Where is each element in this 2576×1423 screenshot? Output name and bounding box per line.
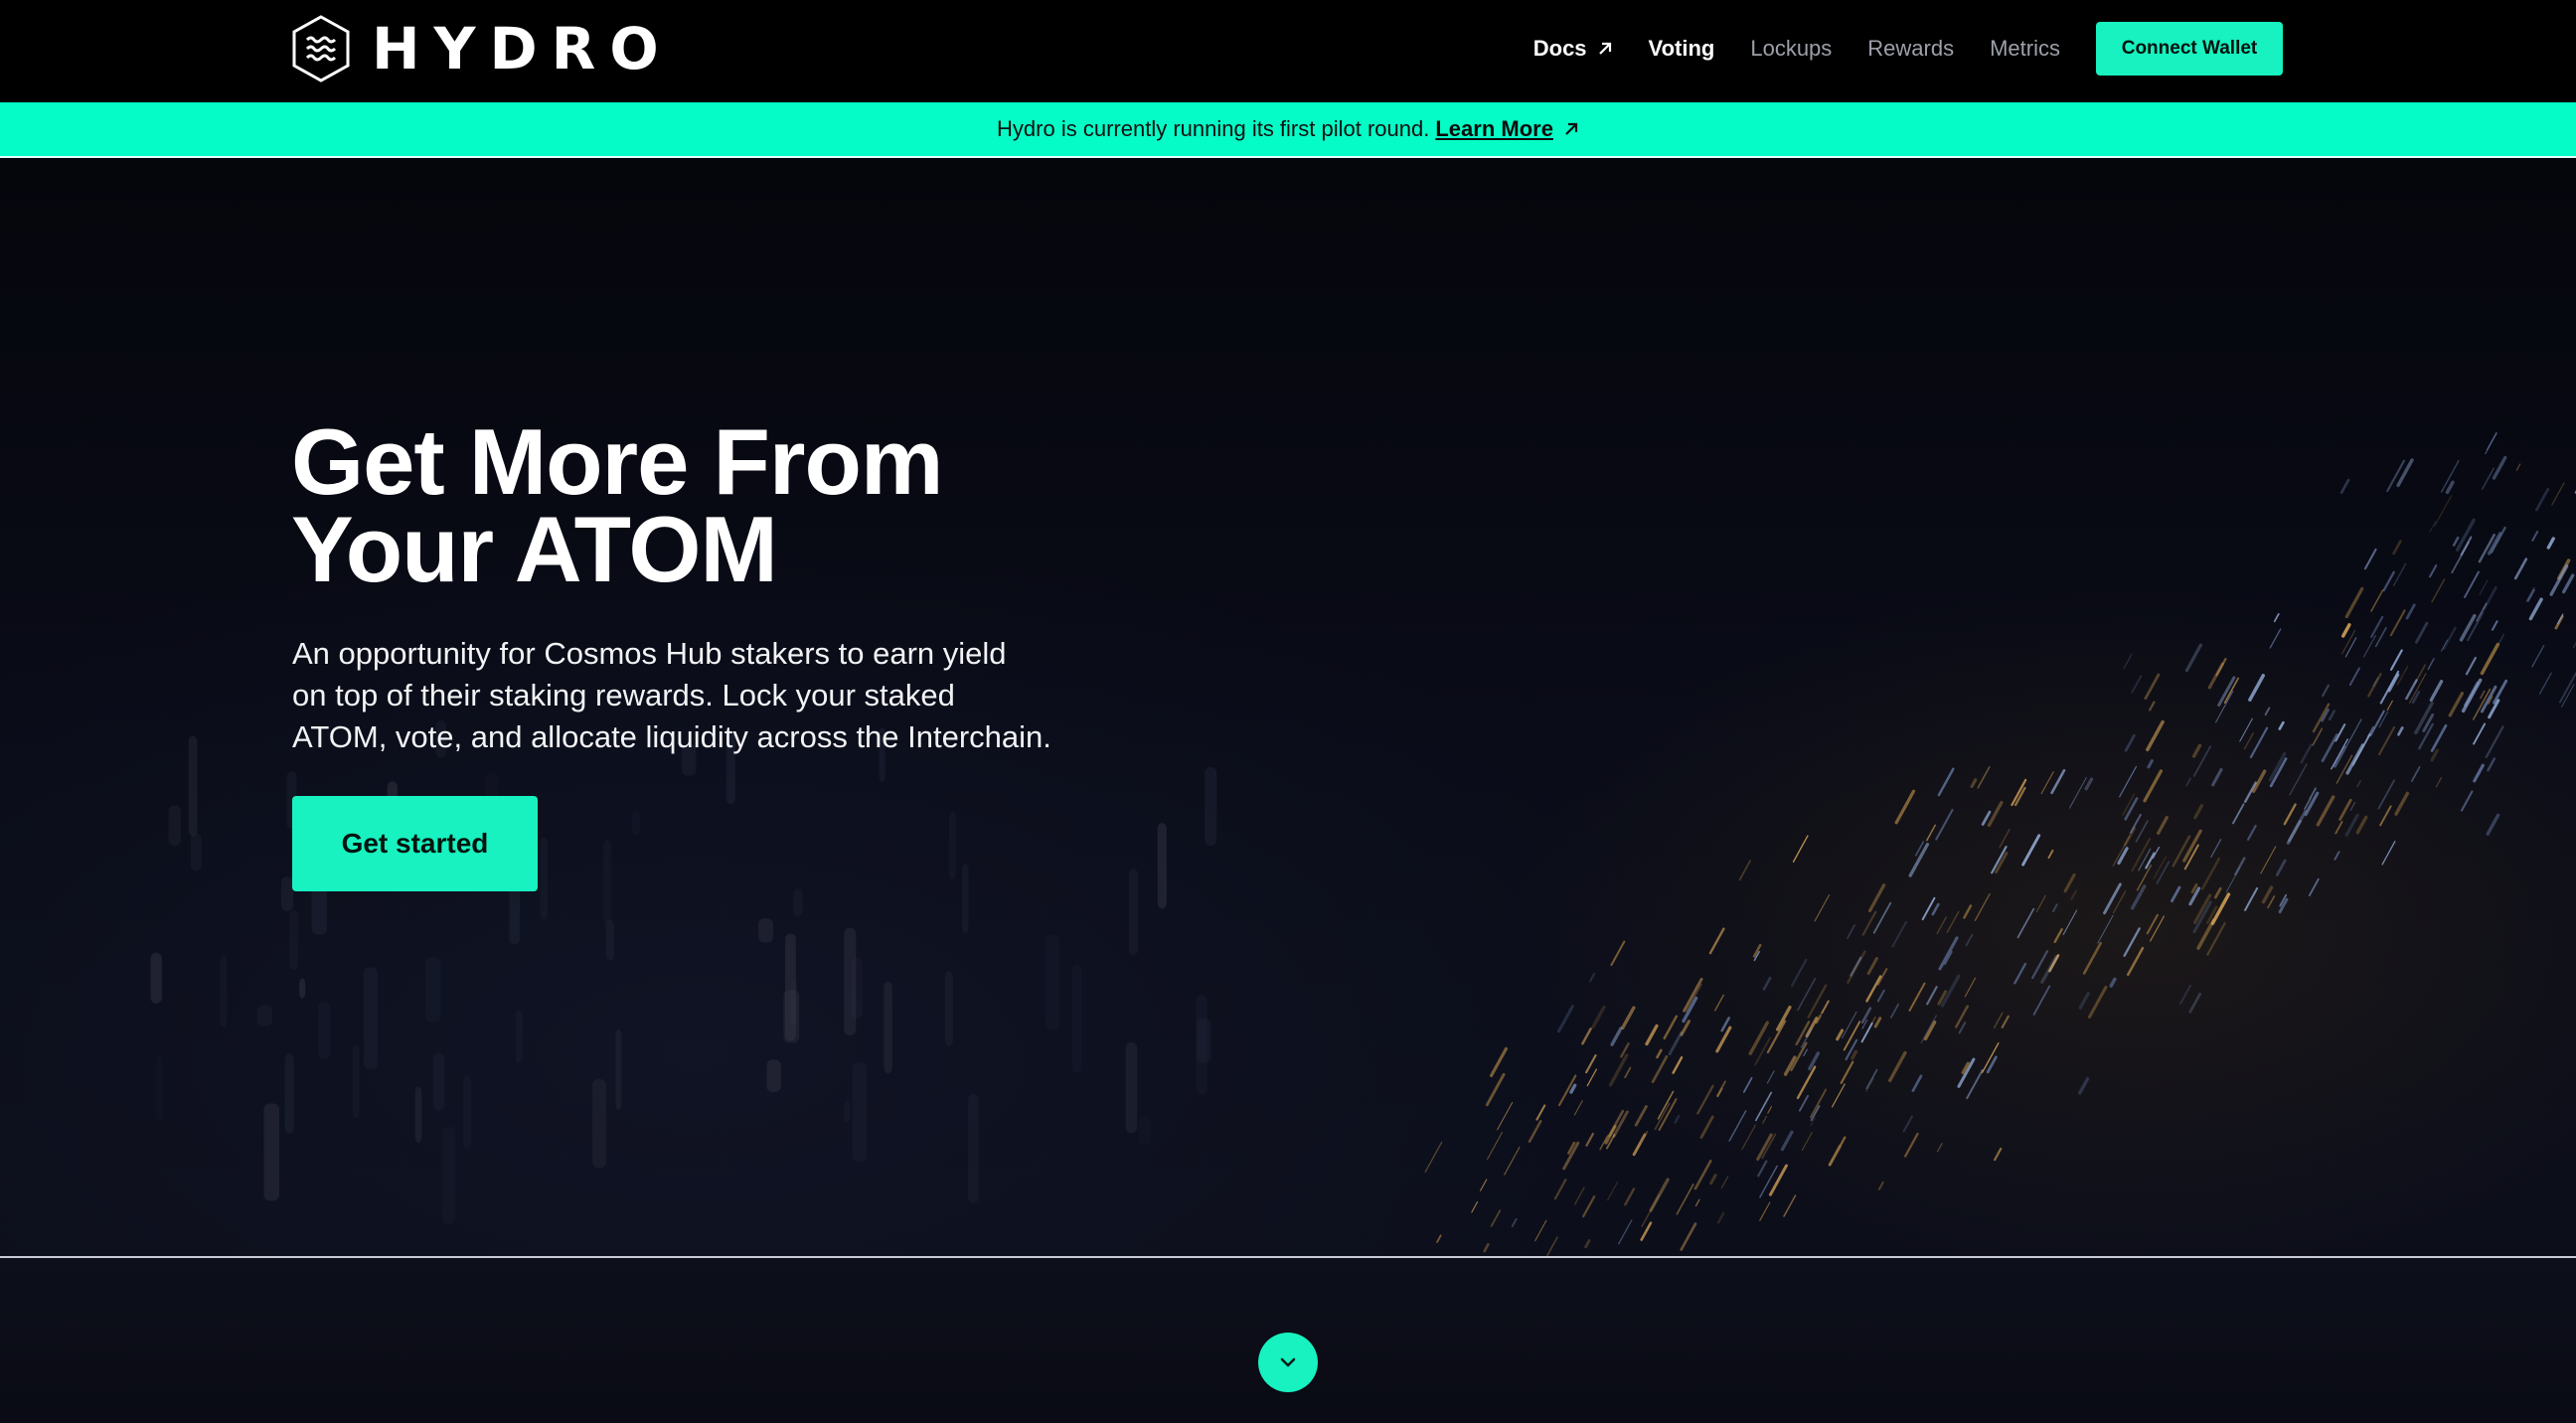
next-section [0,1258,2576,1423]
banner-text: Hydro is currently running its first pil… [997,116,1430,141]
top-navbar: HYDRO Docs Voting Lockups Rewards Metric… [0,0,2576,102]
chevron-down-icon [1280,1357,1296,1367]
nav-item-voting[interactable]: Voting [1649,36,1715,62]
external-arrow-icon [1598,42,1611,55]
nav-item-metrics-label: Metrics [1990,36,2060,61]
nav-item-lockups-label: Lockups [1750,36,1833,61]
learn-more-label: Learn More [1435,116,1553,141]
page: HYDRO Docs Voting Lockups Rewards Metric… [0,0,2576,1423]
hero-section: Get More From Your ATOM An opportunity f… [0,158,2576,1256]
hero-title: Get More From Your ATOM [291,415,1186,596]
nav-item-docs[interactable]: Docs [1533,36,1613,62]
brand-name: HYDRO [372,15,673,82]
external-arrow-icon [1565,122,1578,135]
hero-subtitle-line-1: An opportunity for Cosmos Hub stakers to… [292,636,1007,671]
nav-item-rewards[interactable]: Rewards [1867,36,1954,62]
learn-more-link[interactable]: Learn More [1435,116,1579,142]
nav-item-rewards-label: Rewards [1867,36,1955,61]
hero-subtitle-line-3: ATOM, vote, and allocate liquidity acros… [292,719,1051,754]
brand-logo[interactable]: HYDRO [290,14,673,83]
get-started-button[interactable]: Get started [292,796,538,891]
hero-subtitle-line-2: on top of their staking rewards. Lock yo… [292,678,955,712]
scroll-down-button[interactable] [1258,1333,1318,1392]
nav-item-metrics[interactable]: Metrics [1990,36,2060,62]
main-nav: Docs Voting Lockups Rewards Metrics Conn… [1498,22,2283,76]
announcement-banner: Hydro is currently running its first pil… [0,102,2576,158]
nav-item-voting-label: Voting [1648,36,1715,61]
hexagon-waves-icon [292,15,350,82]
nav-item-lockups[interactable]: Lockups [1750,36,1832,62]
hero-title-line-2: Your ATOM [291,497,778,601]
hero-subtitle: An opportunity for Cosmos Hub stakers to… [292,633,1107,758]
connect-wallet-button[interactable]: Connect Wallet [2096,22,2283,76]
nav-item-docs-label: Docs [1532,36,1587,61]
